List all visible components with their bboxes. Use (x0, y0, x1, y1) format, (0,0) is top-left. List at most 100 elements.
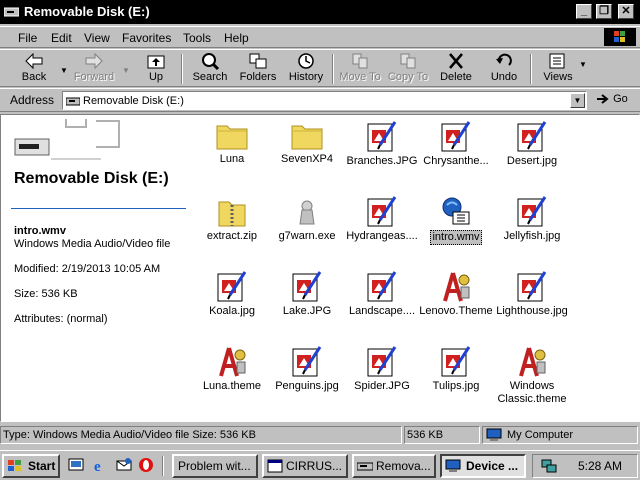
menu-help[interactable]: Help (224, 31, 249, 45)
image-icon (344, 121, 420, 153)
menu-favorites[interactable]: Favorites (122, 31, 171, 45)
file-item[interactable]: extract.zip (194, 196, 270, 243)
menu-tools[interactable]: Tools (183, 31, 211, 45)
image-icon (269, 271, 345, 303)
copy-to-icon (400, 53, 416, 69)
file-item[interactable]: Luna.theme (194, 346, 270, 393)
show-desktop-icon[interactable] (68, 457, 84, 473)
maximize-button[interactable]: ❐ (596, 4, 612, 19)
file-item[interactable]: Lighthouse.jpg (494, 271, 570, 318)
back-dropdown-icon[interactable]: ▼ (60, 66, 68, 75)
up-folder-icon (147, 55, 165, 69)
move-to-button[interactable]: Move To (338, 52, 382, 86)
file-item[interactable]: Landscape.... (344, 271, 420, 318)
task-cirrus[interactable]: CIRRUS... (262, 454, 348, 478)
menu-file[interactable]: File (18, 31, 37, 45)
outlook-express-icon[interactable] (116, 457, 132, 473)
file-item[interactable]: Koala.jpg (194, 271, 270, 318)
file-item[interactable]: Tulips.jpg (418, 346, 494, 393)
minimize-button[interactable]: _ (576, 4, 592, 19)
image-icon (194, 271, 270, 303)
status-info: Type: Windows Media Audio/Video file Siz… (0, 426, 402, 444)
menu-bar: File Edit View Favorites Tools Help (0, 26, 640, 48)
views-button[interactable]: Views (536, 52, 580, 86)
address-label: Address (10, 93, 55, 107)
address-input[interactable]: Removable Disk (E:) ▼ (62, 91, 587, 110)
windows-flag-icon (8, 460, 21, 471)
file-item[interactable]: Lake.JPG (269, 271, 345, 318)
folders-button[interactable]: Folders (236, 52, 280, 86)
address-dropdown-icon[interactable]: ▼ (570, 93, 585, 108)
address-value: Removable Disk (E:) (83, 95, 184, 107)
file-item[interactable]: Jellyfish.jpg (494, 196, 570, 243)
file-item[interactable]: Spider.JPG (344, 346, 420, 393)
image-icon (344, 196, 420, 228)
task-problem[interactable]: Problem wit... (172, 454, 258, 478)
taskbar: Start e Problem wit... CIRRUS... Remova.… (0, 450, 640, 480)
file-item[interactable]: Desert.jpg (494, 121, 570, 168)
search-icon (202, 53, 220, 70)
drive-icon (4, 7, 19, 17)
up-button[interactable]: Up (134, 52, 178, 86)
go-button[interactable]: Go (596, 93, 628, 105)
drive-icon (66, 97, 80, 106)
delete-button[interactable]: Delete (434, 52, 478, 86)
file-item[interactable]: Windows Classic.theme (494, 346, 570, 406)
file-label: Branches.JPG (346, 155, 418, 167)
device-manager-icon (445, 459, 461, 472)
image-icon (344, 346, 420, 378)
file-item[interactable]: Branches.JPG (344, 121, 420, 168)
drive-icon (357, 462, 373, 471)
file-label: Spider.JPG (354, 380, 410, 392)
image-icon (344, 271, 420, 303)
file-label: SevenXP4 (281, 153, 333, 165)
status-size: 536 KB (404, 426, 480, 444)
task-removable[interactable]: Remova... (352, 454, 436, 478)
svg-text:e: e (94, 459, 101, 473)
file-label: Tulips.jpg (432, 380, 480, 392)
clock: 5:28 AM (578, 459, 623, 473)
views-dropdown-icon[interactable]: ▼ (579, 60, 587, 69)
file-item[interactable]: Luna (194, 121, 270, 166)
search-button[interactable]: Search (188, 52, 232, 86)
standard-toolbar: Back ▼ Forward ▼ Up Search Folders Histo… (0, 49, 640, 87)
removable-disk-icon (14, 119, 120, 160)
image-icon (494, 121, 570, 153)
undo-button[interactable]: Undo (482, 52, 526, 86)
file-label: Luna.theme (202, 380, 262, 392)
forward-dropdown-icon[interactable]: ▼ (122, 66, 130, 75)
image-icon (418, 346, 494, 378)
menu-edit[interactable]: Edit (51, 31, 72, 45)
close-button[interactable]: ✕ (618, 4, 634, 19)
media-icon (418, 196, 494, 228)
file-item[interactable]: Lenovo.Theme (418, 271, 494, 318)
file-item[interactable]: g7warn.exe (269, 196, 345, 243)
file-item[interactable]: intro.wmv (418, 196, 494, 248)
selected-file-modified: Modified: 2/19/2013 10:05 AM (14, 263, 161, 275)
file-label: Windows Classic.theme (497, 380, 567, 405)
task-device-manager[interactable]: Device ... (440, 454, 526, 478)
file-item[interactable]: SevenXP4 (269, 121, 345, 166)
file-label: Desert.jpg (506, 155, 558, 167)
file-label: Penguins.jpg (275, 380, 339, 392)
network-icon[interactable] (541, 458, 557, 474)
back-button[interactable]: Back (12, 52, 56, 86)
menu-view[interactable]: View (84, 31, 110, 45)
start-button[interactable]: Start (2, 454, 60, 478)
image-icon (494, 196, 570, 228)
file-item[interactable]: Hydrangeas.... (344, 196, 420, 243)
file-item[interactable]: Chrysanthe... (418, 121, 494, 168)
forward-button[interactable]: Forward (72, 52, 116, 86)
file-item[interactable]: Penguins.jpg (269, 346, 345, 393)
history-button[interactable]: History (284, 52, 328, 86)
opera-icon[interactable] (138, 457, 154, 473)
copy-to-button[interactable]: Copy To (386, 52, 430, 86)
windows-logo-icon (604, 28, 636, 46)
delete-x-icon (449, 53, 463, 69)
folders-icon (249, 53, 267, 69)
file-label: Hydrangeas.... (346, 230, 418, 242)
my-computer-icon (486, 428, 502, 441)
file-label: Jellyfish.jpg (503, 230, 561, 242)
internet-explorer-icon[interactable]: e (92, 457, 108, 473)
forward-arrow-icon (85, 52, 103, 70)
